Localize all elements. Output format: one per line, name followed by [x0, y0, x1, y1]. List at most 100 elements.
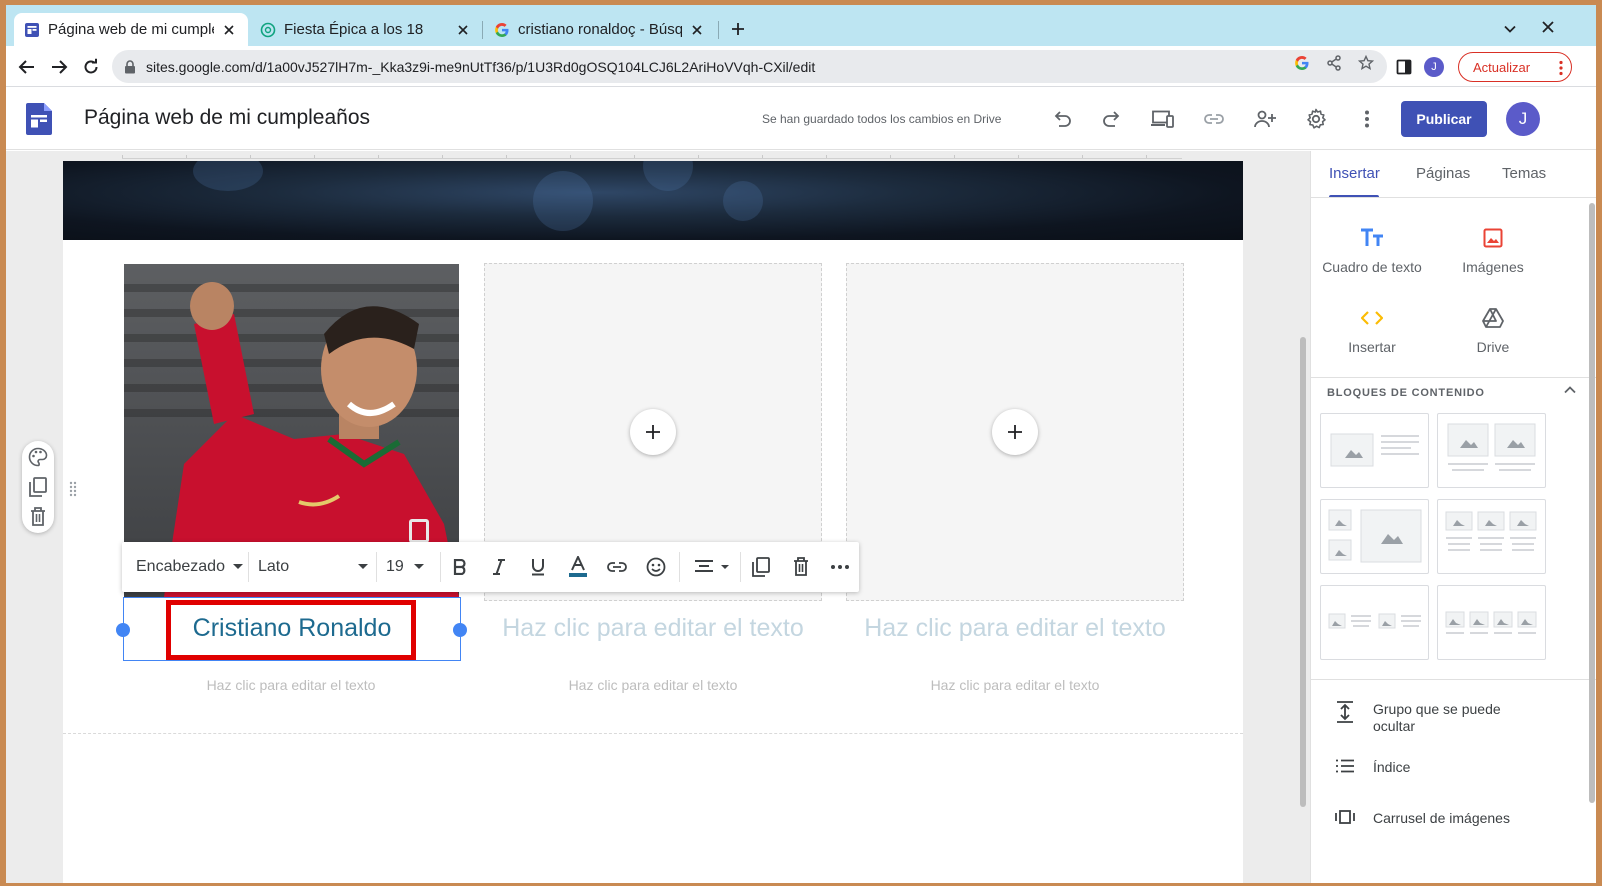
align-center-icon[interactable]	[692, 555, 732, 579]
google-icon	[494, 22, 510, 38]
tab-separator	[718, 21, 719, 39]
layout-block[interactable]	[1437, 499, 1546, 574]
link-icon[interactable]	[1201, 106, 1227, 132]
canvas-scrollbar[interactable]	[1300, 337, 1306, 807]
star-icon[interactable]	[1356, 53, 1376, 73]
tab-paginas[interactable]: Páginas	[1416, 165, 1470, 182]
banner-bokeh	[533, 171, 593, 231]
redo-icon[interactable]	[1099, 106, 1125, 132]
collapsible-group-item[interactable]: Grupo que se puede ocultar	[1333, 701, 1513, 735]
forward-button[interactable]	[46, 54, 72, 80]
address-bar[interactable]: sites.google.com/d/1a00vJ527lH7m-_Kka3z9…	[112, 50, 1387, 83]
duplicate-section-icon[interactable]	[28, 477, 48, 497]
layout-block[interactable]	[1320, 499, 1429, 574]
share-icon[interactable]	[1324, 53, 1344, 73]
tab-temas[interactable]: Temas	[1502, 165, 1546, 182]
layout-block[interactable]	[1437, 585, 1546, 660]
list-item-label: Carrusel de imágenes	[1373, 810, 1510, 826]
heading-text[interactable]: Cristiano Ronaldo	[123, 614, 461, 643]
undo-icon[interactable]	[1049, 106, 1075, 132]
tab-fiesta[interactable]: Fiesta Épica a los 18	[250, 13, 482, 46]
section-tools	[22, 441, 54, 533]
site-title[interactable]: Página web de mi cumpleaños	[84, 106, 370, 130]
image-placeholder[interactable]	[846, 263, 1184, 601]
tab-search-button[interactable]	[1498, 17, 1522, 41]
insert-panel: Insertar Páginas Temas Cuadro de texto I…	[1310, 151, 1596, 883]
tab-google-search[interactable]: cristiano ronaldoç - Búsqueda de Google	[484, 13, 716, 46]
new-tab-button[interactable]	[726, 17, 750, 41]
paragraph-style-dropdown[interactable]: Encabezado	[136, 542, 243, 592]
content-blocks-title: BLOQUES DE CONTENIDO	[1327, 387, 1485, 399]
palette-icon[interactable]	[28, 447, 48, 467]
image-carousel-item[interactable]: Carrusel de imágenes	[1333, 810, 1510, 826]
back-button[interactable]	[14, 54, 40, 80]
layout-block[interactable]	[1320, 413, 1429, 488]
header-banner[interactable]	[63, 161, 1243, 240]
update-button[interactable]: Actualizar	[1458, 52, 1572, 82]
font-size-label: 19	[386, 558, 404, 575]
caret-down-icon	[358, 564, 368, 569]
font-dropdown[interactable]: Lato	[258, 542, 368, 592]
add-person-icon[interactable]	[1252, 106, 1278, 132]
tab-sites[interactable]: Página web de mi cumpleaños	[14, 13, 248, 46]
table-of-contents-item[interactable]: Índice	[1333, 759, 1410, 775]
italic-icon[interactable]	[487, 555, 511, 579]
subtext-placeholder[interactable]: Haz clic para editar el texto	[122, 677, 460, 693]
insert-item-label: Imágenes	[1462, 259, 1524, 275]
font-label: Lato	[258, 558, 290, 575]
add-image-button[interactable]	[992, 409, 1038, 455]
link-icon[interactable]	[605, 555, 629, 579]
emoji-icon[interactable]	[644, 555, 668, 579]
drag-handle-icon[interactable]	[69, 481, 77, 497]
underline-icon[interactable]	[526, 555, 550, 579]
window-close-button[interactable]	[1536, 15, 1560, 39]
duplicate-icon[interactable]	[749, 555, 773, 579]
side-panel-icon[interactable]	[1394, 57, 1414, 77]
caret-down-icon	[413, 564, 424, 569]
layout-block[interactable]	[1320, 585, 1429, 660]
more-vertical-icon[interactable]	[1354, 106, 1380, 132]
subtext-placeholder[interactable]: Haz clic para editar el texto	[484, 677, 822, 693]
site-page[interactable]: Cristiano Ronaldo Haz clic para editar e…	[63, 161, 1243, 883]
reload-button[interactable]	[78, 54, 104, 80]
trash-icon[interactable]	[789, 555, 813, 579]
preview-devices-icon[interactable]	[1150, 106, 1176, 132]
chevron-up-icon[interactable]	[1563, 383, 1577, 397]
insert-drive[interactable]: Drive	[1433, 305, 1553, 355]
layout-block[interactable]	[1437, 413, 1546, 488]
banner-bokeh	[723, 181, 763, 221]
gear-icon[interactable]	[1303, 106, 1329, 132]
close-icon[interactable]	[454, 21, 472, 39]
google-lens-icon[interactable]	[1292, 53, 1312, 73]
lock-icon[interactable]	[124, 59, 136, 74]
publish-button[interactable]: Publicar	[1401, 101, 1487, 137]
banner-bokeh	[643, 161, 693, 191]
toolbar-divider	[679, 552, 680, 582]
drive-icon	[1433, 305, 1553, 331]
google-sites-logo-icon[interactable]	[26, 103, 52, 135]
text-color-icon[interactable]	[566, 555, 590, 579]
heading-placeholder[interactable]: Haz clic para editar el texto	[846, 614, 1184, 643]
update-label: Actualizar	[1473, 59, 1531, 75]
panel-scrollbar[interactable]	[1589, 203, 1595, 803]
delete-section-icon[interactable]	[28, 507, 48, 527]
heading-placeholder[interactable]: Haz clic para editar el texto	[484, 614, 822, 643]
image-icon	[1433, 225, 1553, 251]
close-icon[interactable]	[220, 21, 238, 39]
bold-icon[interactable]	[448, 555, 472, 579]
insert-text-box[interactable]: Cuadro de texto	[1312, 225, 1432, 275]
insert-embed[interactable]: Insertar	[1312, 305, 1432, 355]
chevron-down-icon	[1504, 25, 1516, 33]
account-avatar[interactable]: J	[1506, 102, 1540, 136]
more-horizontal-icon[interactable]	[828, 555, 852, 579]
profile-avatar[interactable]: J	[1424, 57, 1444, 77]
insert-images[interactable]: Imágenes	[1433, 225, 1553, 275]
subtext-placeholder[interactable]: Haz clic para editar el texto	[846, 677, 1184, 693]
font-size-dropdown[interactable]: 19	[386, 542, 424, 592]
panel-divider	[1311, 679, 1596, 680]
add-image-button[interactable]	[630, 409, 676, 455]
tab-label: Fiesta Épica a los 18	[284, 21, 424, 38]
tab-insertar[interactable]: Insertar	[1329, 165, 1380, 182]
close-icon[interactable]	[688, 21, 706, 39]
paragraph-style-label: Encabezado	[136, 558, 225, 575]
